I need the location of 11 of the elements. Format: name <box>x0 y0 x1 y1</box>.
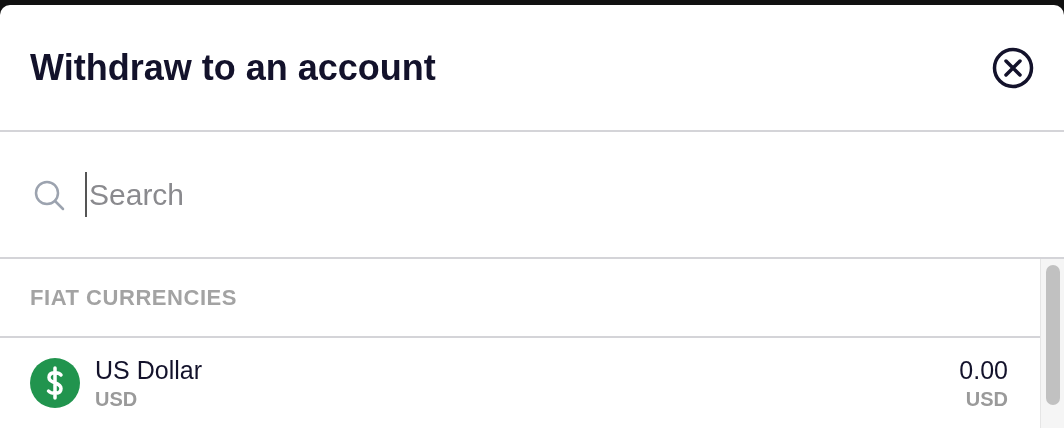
scrollbar-thumb[interactable] <box>1045 265 1060 405</box>
currency-name: US Dollar <box>95 355 202 386</box>
search-field[interactable]: Search <box>85 172 1064 217</box>
close-button[interactable] <box>992 46 1034 89</box>
dialog-title: Withdraw to an account <box>30 45 436 90</box>
section-heading: FIAT CURRENCIES <box>30 284 238 312</box>
currency-code: USD <box>95 387 139 412</box>
balance-amount: 0.00 <box>959 355 1008 386</box>
balance-unit: USD <box>965 387 1008 412</box>
search-icon <box>33 178 65 211</box>
currency-row[interactable]: US Dollar USD 0.00 USD <box>0 338 1040 428</box>
